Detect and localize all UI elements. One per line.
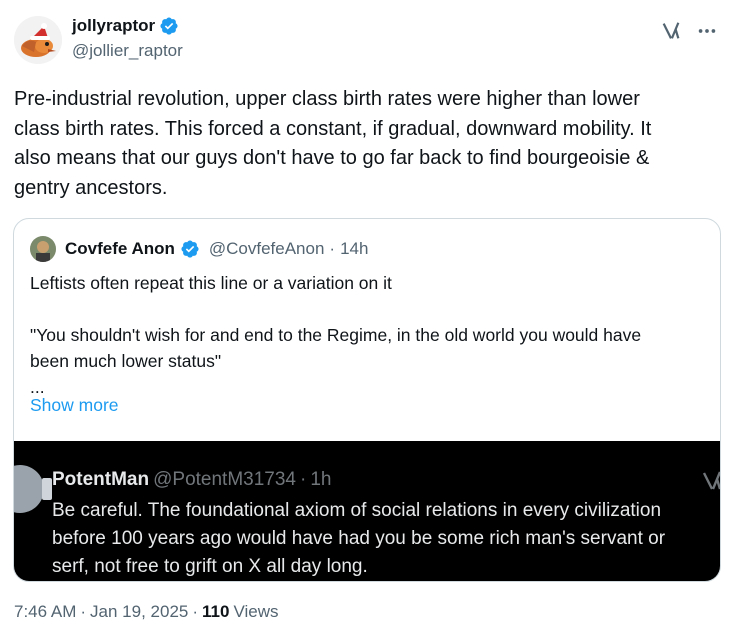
tweet-text-line: class birth rates. This forced a constan… bbox=[14, 117, 652, 140]
embedded-text-line: before 100 years ago would have had you … bbox=[52, 528, 666, 549]
author-avatar[interactable] bbox=[14, 16, 62, 64]
quoted-text-line: Leftists often repeat this line or a var… bbox=[30, 273, 392, 293]
grok-icon bbox=[700, 469, 720, 493]
grok-icon[interactable] bbox=[660, 20, 682, 42]
views-count[interactable]: 110 bbox=[202, 602, 229, 622]
quoted-author-avatar[interactable] bbox=[30, 236, 56, 262]
quoted-tweet-text: Leftists often repeat this line or a var… bbox=[30, 270, 710, 400]
views-label[interactable]: Views bbox=[233, 602, 278, 622]
quoted-text-line bbox=[30, 296, 710, 322]
embedded-time: 1h bbox=[310, 469, 332, 490]
embedded-text-line: Be careful. The foundational axiom of so… bbox=[52, 500, 662, 521]
author-handle[interactable]: @jollier_raptor bbox=[72, 41, 183, 61]
more-options-icon[interactable] bbox=[696, 20, 718, 42]
tweet-text-line: also means that our guys don't have to g… bbox=[14, 147, 650, 169]
quoted-text-line: been much lower status" bbox=[30, 351, 222, 371]
quoted-text-line: ... bbox=[30, 377, 45, 397]
separator-dot: · bbox=[329, 239, 336, 258]
separator-dot: · bbox=[300, 469, 307, 490]
tweet-header: jollyraptor @jollier_raptor bbox=[14, 14, 722, 66]
author-display-name[interactable]: jollyraptor bbox=[72, 16, 155, 36]
separator-dot: · bbox=[80, 602, 87, 621]
embedded-author-handle: @PotentM31734 bbox=[153, 469, 296, 490]
embedded-text: Be careful. The foundational axiom of so… bbox=[52, 497, 720, 581]
embedded-avatar-figure bbox=[42, 478, 52, 500]
tweet-time[interactable]: 7:46 AM bbox=[14, 602, 76, 622]
tweet-actions bbox=[660, 20, 718, 42]
embedded-screenshot[interactable]: PotentMan @PotentM31734 · 1h Be careful.… bbox=[14, 441, 720, 581]
verified-badge-icon[interactable] bbox=[180, 239, 200, 259]
tweet-date[interactable]: Jan 19, 2025 bbox=[90, 602, 188, 622]
quoted-tweet[interactable]: Covfefe Anon @CovfefeAnon · 14h Leftists… bbox=[13, 218, 721, 582]
verified-badge-icon[interactable] bbox=[159, 16, 179, 36]
show-more-link[interactable]: Show more bbox=[30, 395, 119, 416]
quoted-text-line: "You shouldn't wish for and end to the R… bbox=[30, 325, 642, 345]
separator-dot: · bbox=[192, 602, 199, 621]
quoted-author-name[interactable]: Covfefe Anon bbox=[65, 239, 175, 259]
quoted-tweet-header: Covfefe Anon @CovfefeAnon · 14h bbox=[30, 235, 368, 263]
tweet-text-line: Pre-industrial revolution, upper class b… bbox=[14, 88, 640, 110]
tweet-footer: 7:46 AM · Jan 19, 2025 · 110 Views bbox=[14, 602, 279, 622]
embedded-header: PotentMan @PotentM31734 · 1h bbox=[52, 469, 331, 491]
quoted-author-handle[interactable]: @CovfefeAnon bbox=[209, 239, 325, 259]
tweet-text-line: gentry ancestors. bbox=[14, 176, 168, 199]
author-name-row: jollyraptor bbox=[72, 16, 179, 36]
embedded-author-name: PotentMan bbox=[52, 469, 150, 490]
quoted-tweet-time[interactable]: 14h bbox=[340, 239, 368, 259]
embedded-text-line: serf, not free to grift on X all day lon… bbox=[52, 556, 368, 577]
embedded-avatar bbox=[14, 465, 44, 513]
tweet-text: Pre-industrial revolution, upper class b… bbox=[14, 85, 720, 203]
